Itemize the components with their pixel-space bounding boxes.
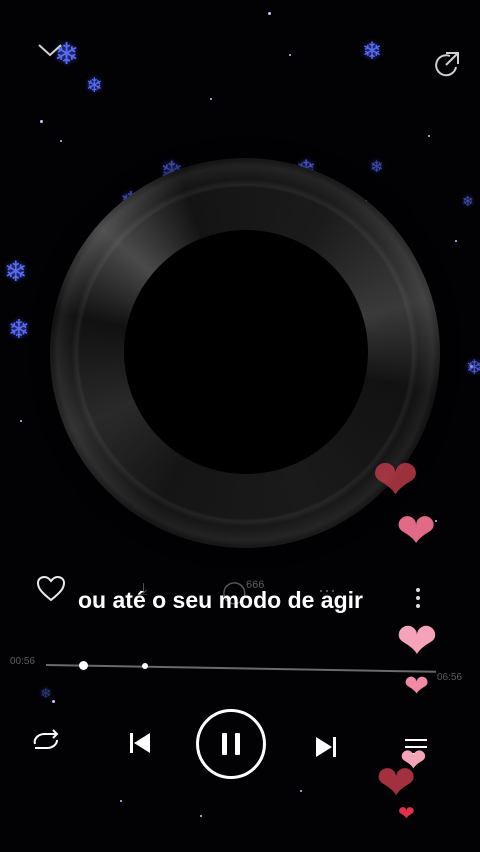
snowflake-icon: ❄ <box>4 256 28 287</box>
collapse-button[interactable] <box>36 38 64 64</box>
snowflake-icon: ❄ <box>466 357 480 379</box>
progress-track[interactable] <box>45 664 436 673</box>
share-button[interactable] <box>432 50 462 84</box>
snowflake-icon: ❄ <box>370 159 384 176</box>
skip-next-icon <box>316 737 336 757</box>
repeat-icon <box>33 729 59 749</box>
star <box>210 98 212 100</box>
play-pause-button[interactable] <box>196 709 266 779</box>
pause-icon <box>222 733 240 755</box>
share-icon <box>435 52 459 77</box>
star <box>20 420 22 422</box>
album-art <box>124 230 368 474</box>
snowflake-icon: ❄ <box>362 38 383 65</box>
heart-icon: ❤ <box>398 803 415 825</box>
next-button[interactable] <box>308 729 344 765</box>
heart-icon: ❤ <box>396 613 438 669</box>
heart-icon: ❤ <box>396 505 437 558</box>
previous-button[interactable] <box>122 725 158 761</box>
star <box>268 12 271 15</box>
current-time: 00:56 <box>10 656 36 667</box>
star <box>289 54 291 56</box>
snowflake-icon: ❄ <box>86 75 103 97</box>
repeat-button[interactable] <box>28 723 64 759</box>
heart-icon: ❤ <box>404 670 430 703</box>
progress-knob[interactable] <box>79 661 88 670</box>
like-button[interactable] <box>36 575 66 610</box>
star <box>455 240 457 242</box>
snowflake-icon: ❄ <box>40 685 52 701</box>
lyric-line: ou até o seu modo de agir <box>78 587 363 613</box>
chevron-down-icon <box>38 44 62 57</box>
star <box>52 700 55 703</box>
total-time: 06:56 <box>436 672 462 683</box>
more-vertical-icon <box>416 588 420 608</box>
heart-icon: ❤ <box>372 448 419 511</box>
snowflake-icon: ❄ <box>8 314 30 344</box>
star <box>40 120 43 123</box>
buffer-marker <box>142 663 148 669</box>
star <box>120 800 122 802</box>
skip-previous-icon <box>130 733 150 753</box>
heart-outline-icon <box>36 575 66 602</box>
snowflake-icon: ❄ <box>462 193 474 209</box>
star <box>60 140 62 142</box>
heart-icon: ❤ <box>376 757 417 810</box>
star <box>200 815 202 817</box>
star <box>428 135 430 137</box>
star <box>300 790 302 792</box>
